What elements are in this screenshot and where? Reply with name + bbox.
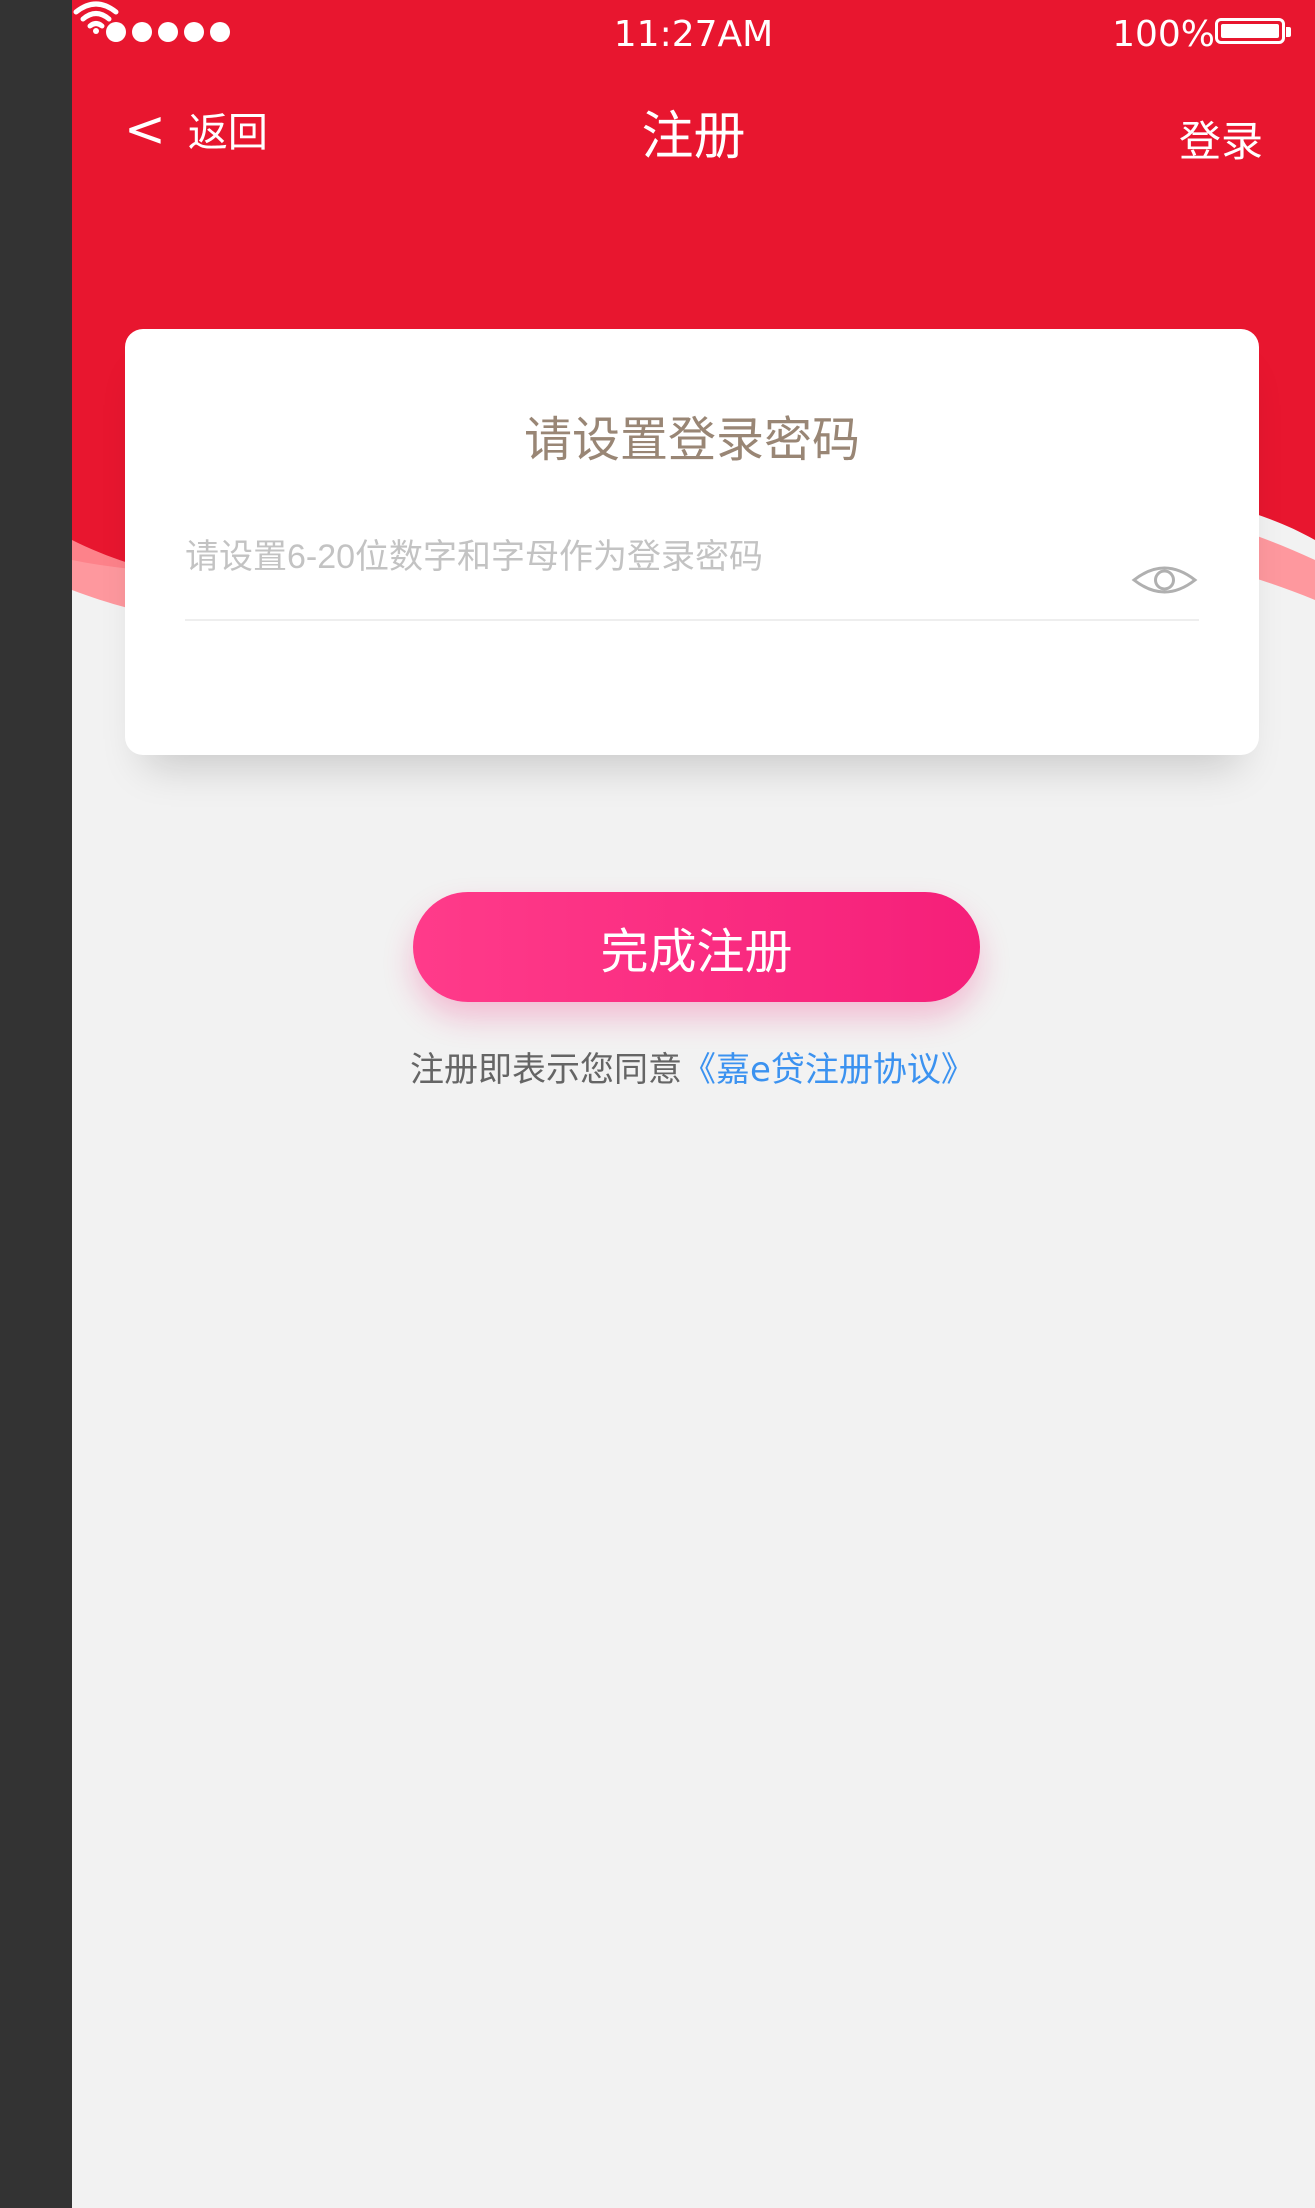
password-input[interactable]	[185, 539, 869, 575]
password-card: 请设置登录密码	[125, 329, 1259, 755]
navigation-bar: < 返回 注册 登录	[72, 70, 1315, 200]
phone-screen: 11:27AM 100% < 返回 注册 登录 请设置登录密码 完成注册 注册即…	[72, 0, 1315, 2208]
page-title: 注册	[641, 107, 746, 167]
eye-icon[interactable]	[1130, 553, 1199, 607]
status-bar: 11:27AM 100%	[72, 0, 1315, 70]
battery-percentage: 100%	[1112, 14, 1215, 55]
agreement-prefix: 注册即表示您同意	[410, 1050, 682, 1090]
agreement-link[interactable]: 《嘉e贷注册协议》	[682, 1050, 975, 1090]
card-title: 请设置登录密码	[523, 412, 860, 468]
battery-icon	[1215, 18, 1291, 44]
input-divider	[185, 619, 1199, 621]
complete-registration-button[interactable]: 完成注册	[413, 892, 980, 1002]
login-link[interactable]: 登录	[1179, 108, 1263, 169]
agreement-text: 注册即表示您同意《嘉e贷注册协议》	[410, 1042, 1010, 1091]
